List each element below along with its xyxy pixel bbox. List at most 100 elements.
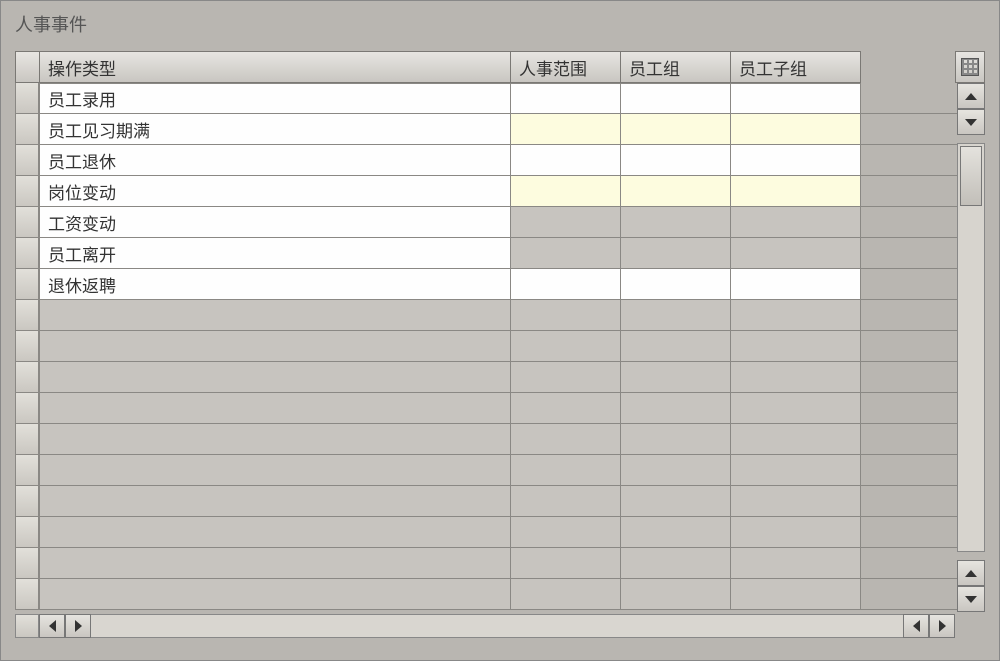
cell-c3[interactable] bbox=[621, 238, 731, 269]
table-row[interactable] bbox=[15, 486, 985, 517]
cell-c4[interactable] bbox=[731, 424, 861, 455]
cell-c2[interactable] bbox=[511, 331, 621, 362]
cell-c3[interactable] bbox=[621, 300, 731, 331]
table-row[interactable] bbox=[15, 424, 985, 455]
row-handle[interactable] bbox=[15, 455, 39, 486]
cell-c1[interactable] bbox=[39, 393, 511, 424]
table-row[interactable]: 员工离开 bbox=[15, 238, 985, 269]
horizontal-scrollbar[interactable] bbox=[39, 614, 955, 638]
cell-c1[interactable]: 员工离开 bbox=[39, 238, 511, 269]
cell-c4[interactable] bbox=[731, 579, 861, 610]
row-handle[interactable] bbox=[15, 207, 39, 238]
row-handle[interactable] bbox=[15, 269, 39, 300]
table-row[interactable] bbox=[15, 579, 985, 610]
table-row[interactable] bbox=[15, 393, 985, 424]
scroll-left-start-button[interactable] bbox=[39, 614, 65, 638]
cell-c3[interactable] bbox=[621, 362, 731, 393]
col-header-operation-type[interactable]: 操作类型 bbox=[39, 51, 511, 83]
row-handle[interactable] bbox=[15, 238, 39, 269]
column-config-button[interactable] bbox=[955, 51, 985, 83]
cell-c1[interactable] bbox=[39, 455, 511, 486]
cell-c1[interactable]: 退休返聘 bbox=[39, 269, 511, 300]
table-row[interactable]: 员工录用 bbox=[15, 83, 985, 114]
cell-c4[interactable] bbox=[731, 517, 861, 548]
cell-c4[interactable] bbox=[731, 455, 861, 486]
cell-c3[interactable] bbox=[621, 424, 731, 455]
cell-c1[interactable] bbox=[39, 300, 511, 331]
table-row[interactable] bbox=[15, 548, 985, 579]
horizontal-scroll-track[interactable] bbox=[91, 614, 903, 638]
row-handle[interactable] bbox=[15, 331, 39, 362]
cell-c3[interactable] bbox=[621, 114, 731, 145]
row-handle[interactable] bbox=[15, 362, 39, 393]
cell-c3[interactable] bbox=[621, 455, 731, 486]
scroll-right-button[interactable] bbox=[903, 614, 929, 638]
cell-c4[interactable] bbox=[731, 83, 861, 114]
vertical-scrollbar[interactable] bbox=[957, 83, 985, 612]
cell-c2[interactable] bbox=[511, 269, 621, 300]
cell-c3[interactable] bbox=[621, 548, 731, 579]
scroll-page-down-button[interactable] bbox=[957, 560, 985, 586]
row-handle[interactable] bbox=[15, 300, 39, 331]
vertical-scroll-thumb[interactable] bbox=[960, 146, 982, 206]
table-row[interactable]: 员工见习期满 bbox=[15, 114, 985, 145]
cell-c3[interactable] bbox=[621, 83, 731, 114]
cell-c2[interactable] bbox=[511, 176, 621, 207]
row-handle[interactable] bbox=[15, 83, 39, 114]
cell-c2[interactable] bbox=[511, 300, 621, 331]
cell-c4[interactable] bbox=[731, 548, 861, 579]
col-header-employee-subgroup[interactable]: 员工子组 bbox=[731, 51, 861, 83]
table-row[interactable] bbox=[15, 517, 985, 548]
scroll-page-up-button[interactable] bbox=[957, 109, 985, 135]
cell-c3[interactable] bbox=[621, 207, 731, 238]
cell-c4[interactable] bbox=[731, 331, 861, 362]
cell-c4[interactable] bbox=[731, 269, 861, 300]
cell-c4[interactable] bbox=[731, 176, 861, 207]
cell-c1[interactable] bbox=[39, 548, 511, 579]
cell-c2[interactable] bbox=[511, 83, 621, 114]
cell-c3[interactable] bbox=[621, 331, 731, 362]
scroll-line-down-button[interactable] bbox=[957, 586, 985, 612]
cell-c4[interactable] bbox=[731, 362, 861, 393]
cell-c2[interactable] bbox=[511, 207, 621, 238]
cell-c1[interactable] bbox=[39, 362, 511, 393]
select-all-handle[interactable] bbox=[15, 51, 39, 83]
table-row[interactable] bbox=[15, 300, 985, 331]
row-handle[interactable] bbox=[15, 579, 39, 610]
cell-c1[interactable] bbox=[39, 331, 511, 362]
cell-c4[interactable] bbox=[731, 145, 861, 176]
row-handle[interactable] bbox=[15, 176, 39, 207]
cell-c1[interactable]: 岗位变动 bbox=[39, 176, 511, 207]
row-handle[interactable] bbox=[15, 548, 39, 579]
table-row[interactable]: 岗位变动 bbox=[15, 176, 985, 207]
table-row[interactable]: 退休返聘 bbox=[15, 269, 985, 300]
cell-c3[interactable] bbox=[621, 486, 731, 517]
cell-c3[interactable] bbox=[621, 269, 731, 300]
vertical-scroll-track[interactable] bbox=[957, 143, 985, 552]
cell-c3[interactable] bbox=[621, 517, 731, 548]
cell-c2[interactable] bbox=[511, 238, 621, 269]
cell-c1[interactable]: 工资变动 bbox=[39, 207, 511, 238]
cell-c2[interactable] bbox=[511, 548, 621, 579]
cell-c1[interactable] bbox=[39, 486, 511, 517]
cell-c4[interactable] bbox=[731, 238, 861, 269]
cell-c4[interactable] bbox=[731, 114, 861, 145]
cell-c1[interactable] bbox=[39, 424, 511, 455]
row-handle[interactable] bbox=[15, 393, 39, 424]
table-row[interactable] bbox=[15, 331, 985, 362]
cell-c4[interactable] bbox=[731, 207, 861, 238]
col-header-hr-scope[interactable]: 人事范围 bbox=[511, 51, 621, 83]
cell-c1[interactable]: 员工录用 bbox=[39, 83, 511, 114]
cell-c2[interactable] bbox=[511, 424, 621, 455]
table-row[interactable]: 工资变动 bbox=[15, 207, 985, 238]
table-row[interactable]: 员工退休 bbox=[15, 145, 985, 176]
cell-c3[interactable] bbox=[621, 145, 731, 176]
cell-c2[interactable] bbox=[511, 486, 621, 517]
cell-c2[interactable] bbox=[511, 393, 621, 424]
cell-c2[interactable] bbox=[511, 114, 621, 145]
row-handle[interactable] bbox=[15, 517, 39, 548]
row-handle[interactable] bbox=[15, 145, 39, 176]
row-handle[interactable] bbox=[15, 114, 39, 145]
cell-c4[interactable] bbox=[731, 393, 861, 424]
cell-c2[interactable] bbox=[511, 579, 621, 610]
